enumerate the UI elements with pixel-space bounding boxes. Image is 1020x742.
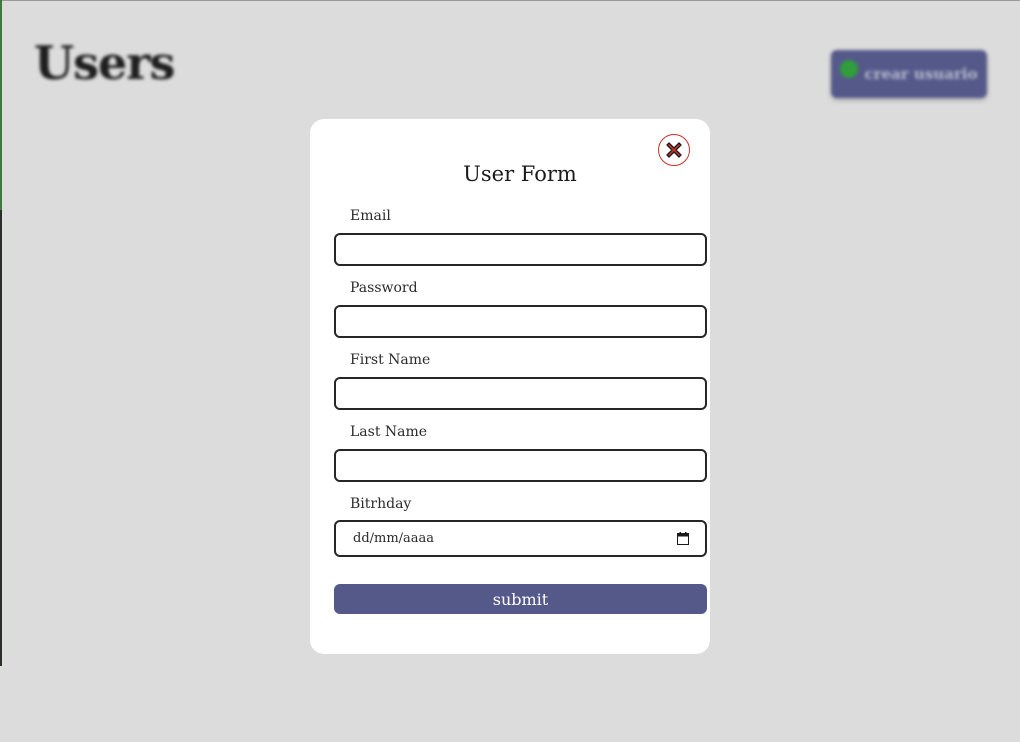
submit-button[interactable]: submit: [334, 584, 707, 614]
email-label: Email: [350, 208, 391, 224]
first-name-label: First Name: [350, 352, 431, 368]
create-user-button[interactable]: crear usuario: [831, 50, 987, 98]
user-form-modal: User Form Email Password First Name Last…: [310, 119, 710, 654]
password-field[interactable]: [334, 305, 707, 338]
create-user-label: crear usuario: [864, 65, 978, 83]
birthday-label: Bitrhday: [350, 496, 412, 512]
form-title: User Form: [463, 162, 577, 186]
page-title: Users: [34, 36, 175, 90]
first-name-field[interactable]: [334, 377, 707, 410]
plus-icon: [840, 60, 859, 78]
email-field[interactable]: [334, 233, 707, 266]
birthday-date-value: dd/mm/aaaa: [353, 531, 435, 546]
close-icon: [666, 142, 682, 158]
birthday-date-field[interactable]: dd/mm/aaaa: [334, 520, 707, 557]
last-name-field[interactable]: [334, 449, 707, 482]
password-label: Password: [350, 280, 418, 296]
calendar-icon[interactable]: [677, 532, 689, 545]
last-name-label: Last Name: [350, 424, 428, 440]
